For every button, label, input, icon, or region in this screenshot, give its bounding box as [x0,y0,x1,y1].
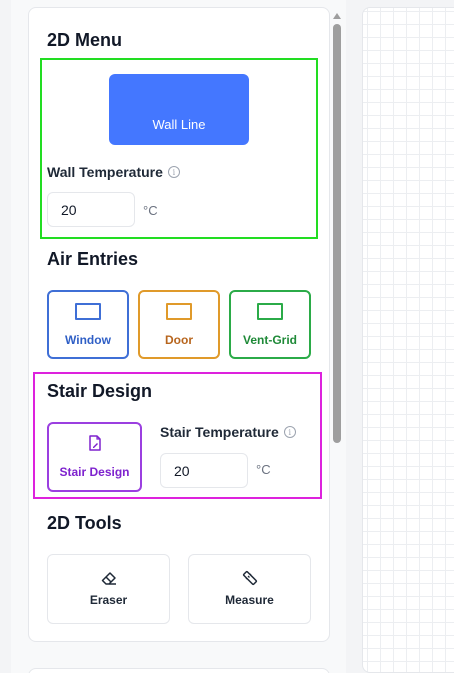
left-strip [0,0,11,673]
scroll-up-arrow-icon[interactable] [332,12,342,20]
stair-design-label: Stair Design [59,465,130,479]
vent-grid-icon [257,303,283,320]
ruler-icon [242,570,257,586]
wall-line-label: Wall Line [152,117,206,132]
next-panel [28,668,330,673]
wall-temperature-text: Wall Temperature [47,164,163,180]
stair-design-button[interactable]: Stair Design [47,422,142,492]
wall-temperature-value: 20 [61,201,77,218]
wall-temperature-input[interactable]: 20 [47,192,135,227]
window-icon [75,303,101,320]
measure-button[interactable]: Measure [188,554,311,624]
air-entries-title: Air Entries [47,249,139,269]
vent-grid-label: Vent-Grid [242,333,297,347]
info-icon[interactable]: i [283,426,296,438]
eraser-icon [101,572,116,585]
stair-design-icon [88,435,101,451]
wall-line-button[interactable]: Wall Line [109,74,249,145]
wall-temperature-label: Wall Temperature i [47,164,180,180]
tools-title: 2D Tools [47,513,122,533]
measure-label: Measure [225,593,274,607]
sidebar-scrollbar[interactable] [333,24,341,443]
wall-temperature-unit: °C [143,203,158,218]
menu2d-title: 2D Menu [47,30,123,50]
door-icon [166,303,192,320]
window-button[interactable]: Window [47,290,129,359]
door-label: Door [165,333,193,347]
vent-grid-button[interactable]: Vent-Grid [229,290,311,359]
stair-design-title: Stair Design [47,381,153,401]
stair-temperature-value: 20 [174,462,190,479]
stair-temperature-text: Stair Temperature [160,424,279,440]
eraser-button[interactable]: Eraser [47,554,170,624]
stair-temperature-label: Stair Temperature i [160,424,296,440]
stair-temperature-unit: °C [256,462,271,477]
info-icon[interactable]: i [167,166,180,178]
drawing-canvas[interactable] [362,7,454,673]
eraser-label: Eraser [89,593,128,607]
stair-temperature-input[interactable]: 20 [160,453,248,488]
door-button[interactable]: Door [138,290,220,359]
window-label: Window [65,333,111,347]
